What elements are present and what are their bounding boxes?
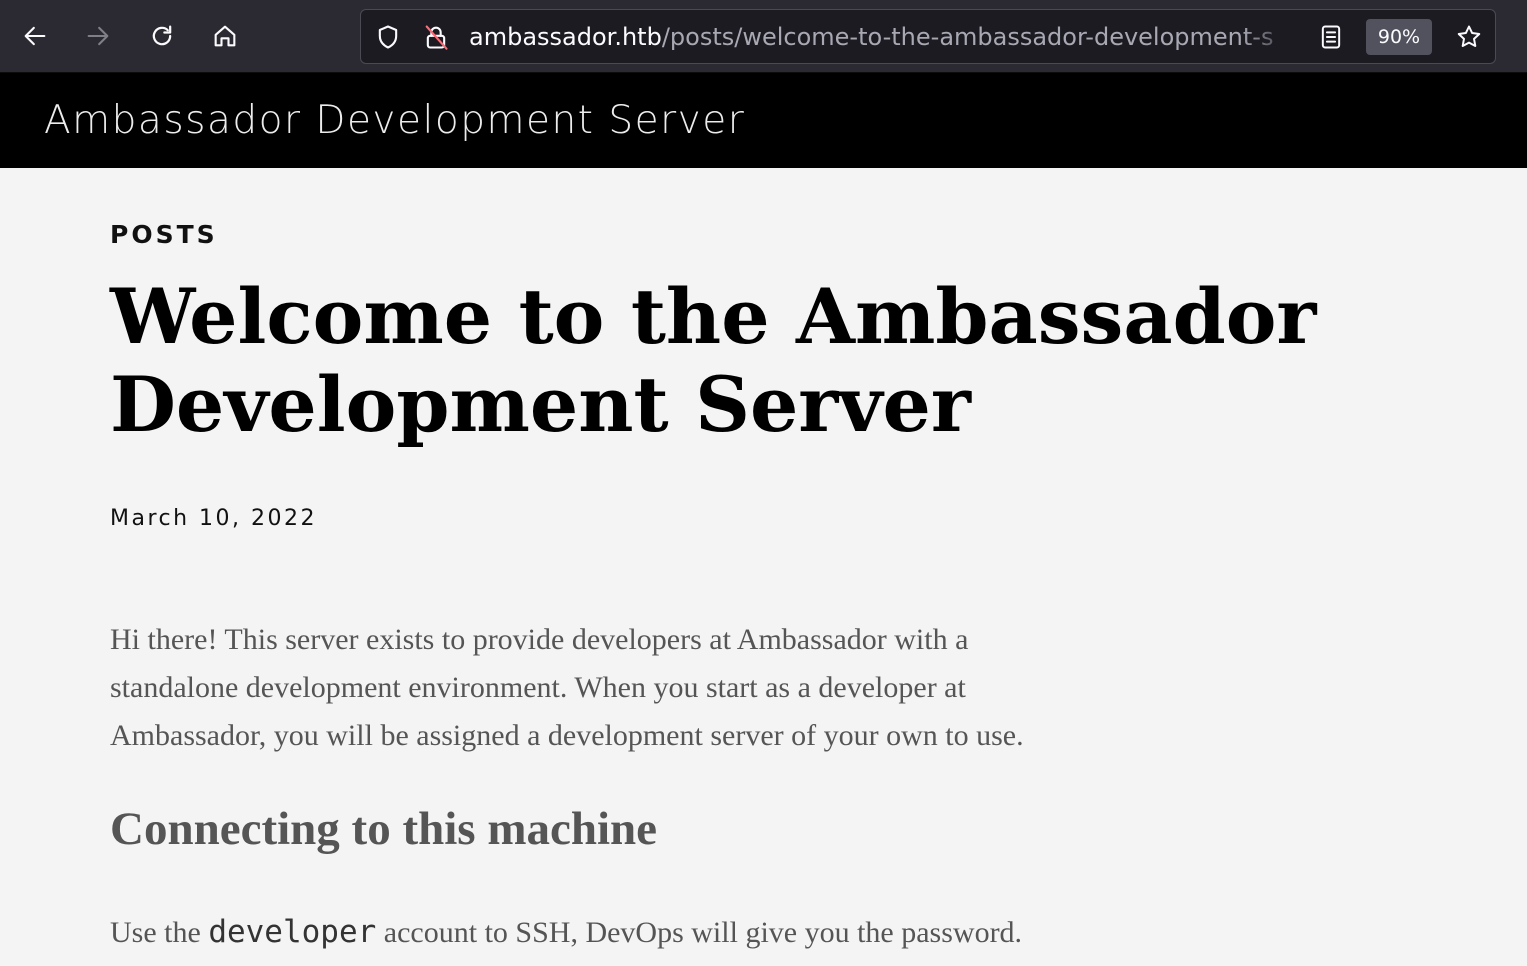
ssh-text-after: account to SSH, DevOps will give you the… — [376, 916, 1023, 949]
site-title[interactable]: Ambassador Development Server — [44, 97, 745, 145]
back-icon — [24, 26, 46, 46]
back-button[interactable] — [13, 14, 57, 58]
url-host: ambassador.htb — [469, 23, 662, 51]
home-icon — [214, 25, 236, 47]
reload-button[interactable] — [140, 14, 184, 58]
ssh-text-before: Use the — [110, 916, 209, 949]
url-bar[interactable]: ambassador.htb/posts/welcome-to-the-amba… — [360, 9, 1496, 64]
shield-icon[interactable] — [373, 22, 403, 52]
zoom-level-badge[interactable]: 90% — [1366, 19, 1432, 55]
post-title: Welcome to the Ambassador Development Se… — [110, 272, 1317, 449]
ssh-username-code: developer — [208, 914, 377, 950]
forward-icon — [87, 26, 109, 46]
insecure-lock-icon[interactable] — [421, 22, 451, 52]
url-path: /posts/welcome-to-the-ambassador-develop… — [661, 23, 1274, 51]
post-category[interactable]: POSTS — [110, 220, 218, 249]
intro-paragraph: Hi there! This server exists to provide … — [110, 623, 1024, 752]
bookmark-star-icon[interactable] — [1454, 22, 1484, 52]
ssh-paragraph: Use the developer account to SSH, DevOps… — [110, 908, 1022, 957]
post-date: March 10, 2022 — [110, 506, 318, 531]
browser-toolbar: ambassador.htb/posts/welcome-to-the-amba… — [0, 0, 1527, 73]
reader-view-icon[interactable] — [1316, 22, 1346, 52]
reload-icon — [152, 25, 172, 46]
url-text[interactable]: ambassador.htb/posts/welcome-to-the-amba… — [469, 22, 1299, 52]
home-button[interactable] — [203, 14, 247, 58]
site-header: Ambassador Development Server — [0, 73, 1527, 168]
forward-button[interactable] — [76, 14, 120, 58]
section-heading: Connecting to this machine — [110, 803, 658, 855]
